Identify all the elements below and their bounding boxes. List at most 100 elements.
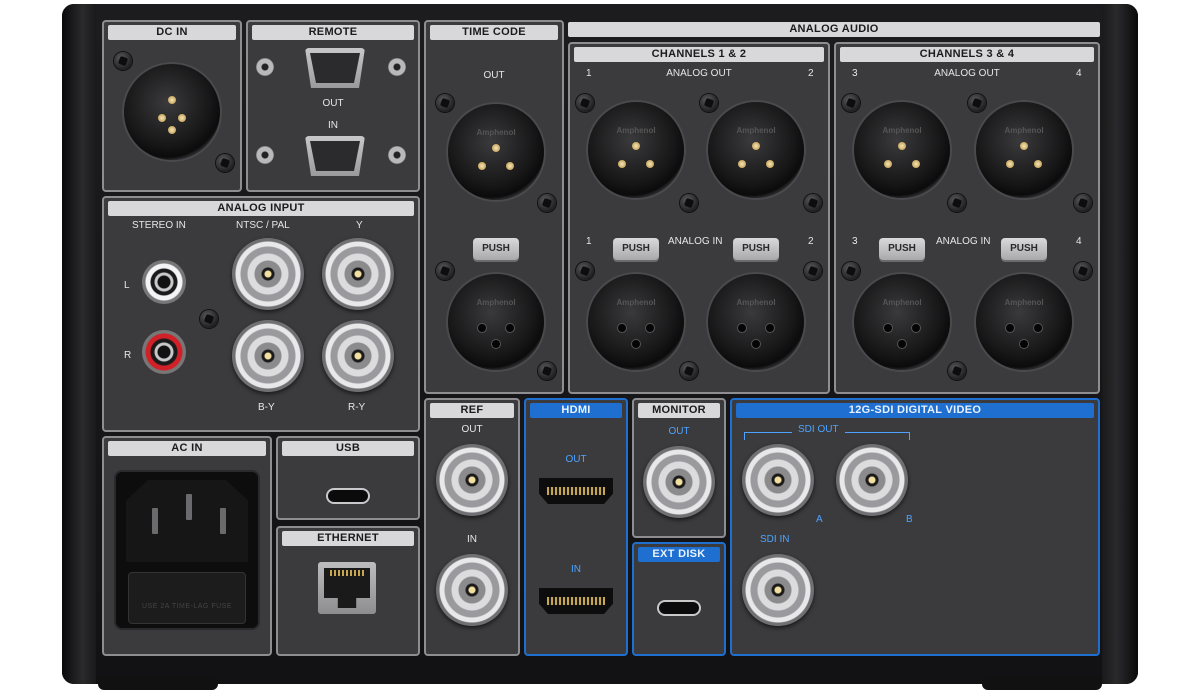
screw-icon — [948, 362, 966, 380]
panel-monitor: MONITOR OUT — [632, 398, 726, 538]
chassis-foot-right — [982, 676, 1102, 690]
stereo-in-left-rca[interactable] — [142, 260, 186, 304]
stereo-in-label: STEREO IN — [132, 220, 186, 231]
screw-icon — [842, 262, 860, 280]
push-release-tab[interactable]: PUSH — [1001, 238, 1047, 260]
remote-out-port[interactable] — [287, 46, 383, 90]
standoff-icon — [388, 134, 408, 178]
screw-icon — [114, 52, 132, 70]
usb-c-port[interactable] — [328, 490, 368, 502]
panel-ac-in: AC IN USE 2A TIME-LAG FUSE — [102, 436, 272, 656]
hdmi-out-label: OUT — [565, 454, 587, 465]
analog-in-ch2-xlr[interactable]: Amphenol — [708, 274, 804, 370]
y-bnc[interactable] — [322, 238, 394, 310]
panel-title: ANALOG AUDIO — [568, 22, 1100, 37]
screw-icon — [538, 194, 556, 212]
panel-channels-3-4: CHANNELS 3 & 4 3 ANALOG OUT 4 Amphenol A… — [834, 42, 1100, 394]
right-channel-label: R — [124, 350, 132, 361]
panel-title: EXT DISK — [638, 547, 720, 562]
time-code-out-label: OUT — [483, 70, 505, 81]
screw-icon — [538, 362, 556, 380]
channel-number: 3 — [852, 236, 858, 247]
time-code-out-xlr[interactable]: Amphenol — [448, 104, 544, 200]
screw-icon — [436, 94, 454, 112]
panel-title: REMOTE — [252, 25, 414, 40]
b-y-label: B-Y — [258, 402, 275, 413]
standoff-icon — [388, 46, 408, 90]
connector-brand: Amphenol — [616, 298, 656, 307]
hdmi-out-port[interactable] — [539, 478, 613, 504]
connector-brand: Amphenol — [1004, 126, 1044, 135]
fuse-drawer[interactable]: USE 2A TIME-LAG FUSE — [128, 572, 246, 624]
chassis-foot-left — [98, 676, 218, 690]
channel-number: 4 — [1076, 68, 1082, 79]
ref-in-label: IN — [467, 534, 477, 545]
panel-title: 12G-SDI DIGITAL VIDEO — [736, 403, 1094, 418]
analog-audio-group: ANALOG AUDIO — [568, 20, 1100, 42]
remote-in-port[interactable] — [287, 134, 383, 178]
analog-in-ch3-xlr[interactable]: Amphenol — [854, 274, 950, 370]
panel-time-code: TIME CODE OUT Amphenol PUSH Amphenol — [424, 20, 564, 394]
b-y-bnc[interactable] — [232, 320, 304, 392]
panel-title: CHANNELS 1 & 2 — [574, 47, 824, 62]
screw-icon — [680, 362, 698, 380]
channel-number: 4 — [1076, 236, 1082, 247]
analog-in-label: ANALOG IN — [936, 236, 991, 247]
push-release-tab[interactable]: PUSH — [473, 238, 519, 260]
panel-dc-in: DC IN — [102, 20, 242, 192]
screw-icon — [680, 194, 698, 212]
ntsc-pal-bnc[interactable] — [232, 238, 304, 310]
screw-icon — [200, 310, 218, 328]
panel-title: DC IN — [108, 25, 236, 40]
connector-brand: Amphenol — [882, 298, 922, 307]
analog-out-ch4-xlr[interactable]: Amphenol — [976, 102, 1072, 198]
ref-in-bnc[interactable] — [436, 554, 508, 626]
panel-hdmi: HDMI OUT IN — [524, 398, 628, 656]
connector-brand: Amphenol — [1004, 298, 1044, 307]
connector-brand: Amphenol — [736, 298, 776, 307]
hdmi-in-label: IN — [571, 564, 581, 575]
sdi-out-b-label: B — [906, 514, 913, 525]
screw-icon — [436, 262, 454, 280]
ac-power-inlet[interactable]: USE 2A TIME-LAG FUSE — [114, 470, 260, 630]
stereo-in-right-rca[interactable] — [142, 330, 186, 374]
time-code-in-xlr[interactable]: Amphenol — [448, 274, 544, 370]
r-y-bnc[interactable] — [322, 320, 394, 392]
screw-icon — [804, 262, 822, 280]
remote-out-label: OUT — [322, 98, 344, 109]
monitor-out-bnc[interactable] — [643, 446, 715, 518]
sdi-out-b-bnc[interactable] — [836, 444, 908, 516]
ref-out-label: OUT — [461, 424, 483, 435]
analog-out-ch1-xlr[interactable]: Amphenol — [588, 102, 684, 198]
panel-ext-disk: EXT DISK — [632, 542, 726, 656]
panel-title: CHANNELS 3 & 4 — [840, 47, 1094, 62]
panel-title: MONITOR — [638, 403, 720, 418]
screw-icon — [1074, 262, 1092, 280]
analog-in-ch1-xlr[interactable]: Amphenol — [588, 274, 684, 370]
sdi-out-a-bnc[interactable] — [742, 444, 814, 516]
screw-icon — [216, 154, 234, 172]
push-release-tab[interactable]: PUSH — [733, 238, 779, 260]
screw-icon — [842, 94, 860, 112]
ethernet-rj45-port[interactable] — [318, 562, 376, 614]
analog-out-ch2-xlr[interactable]: Amphenol — [708, 102, 804, 198]
sdi-in-bnc[interactable] — [742, 554, 814, 626]
analog-out-ch3-xlr[interactable]: Amphenol — [854, 102, 950, 198]
push-release-tab[interactable]: PUSH — [613, 238, 659, 260]
connector-brand: Amphenol — [882, 126, 922, 135]
sdi-out-a-label: A — [816, 514, 823, 525]
panel-title: ETHERNET — [282, 531, 414, 546]
push-release-tab[interactable]: PUSH — [879, 238, 925, 260]
r-y-label: R-Y — [348, 402, 366, 413]
panel-title: HDMI — [530, 403, 622, 418]
dc-in-xlr-connector[interactable] — [124, 64, 220, 160]
analog-in-ch4-xlr[interactable]: Amphenol — [976, 274, 1072, 370]
panel-channels-1-2: CHANNELS 1 & 2 1 ANALOG OUT 2 Amphenol A… — [568, 42, 830, 394]
panel-usb: USB — [276, 436, 420, 520]
panel-12g-sdi: 12G-SDI DIGITAL VIDEO SDI OUT A B SDI IN — [730, 398, 1100, 656]
ref-out-bnc[interactable] — [436, 444, 508, 516]
hdmi-in-port[interactable] — [539, 588, 613, 614]
connector-brand: Amphenol — [476, 128, 516, 137]
screw-icon — [804, 194, 822, 212]
ext-disk-usb-c-port[interactable] — [659, 602, 699, 614]
